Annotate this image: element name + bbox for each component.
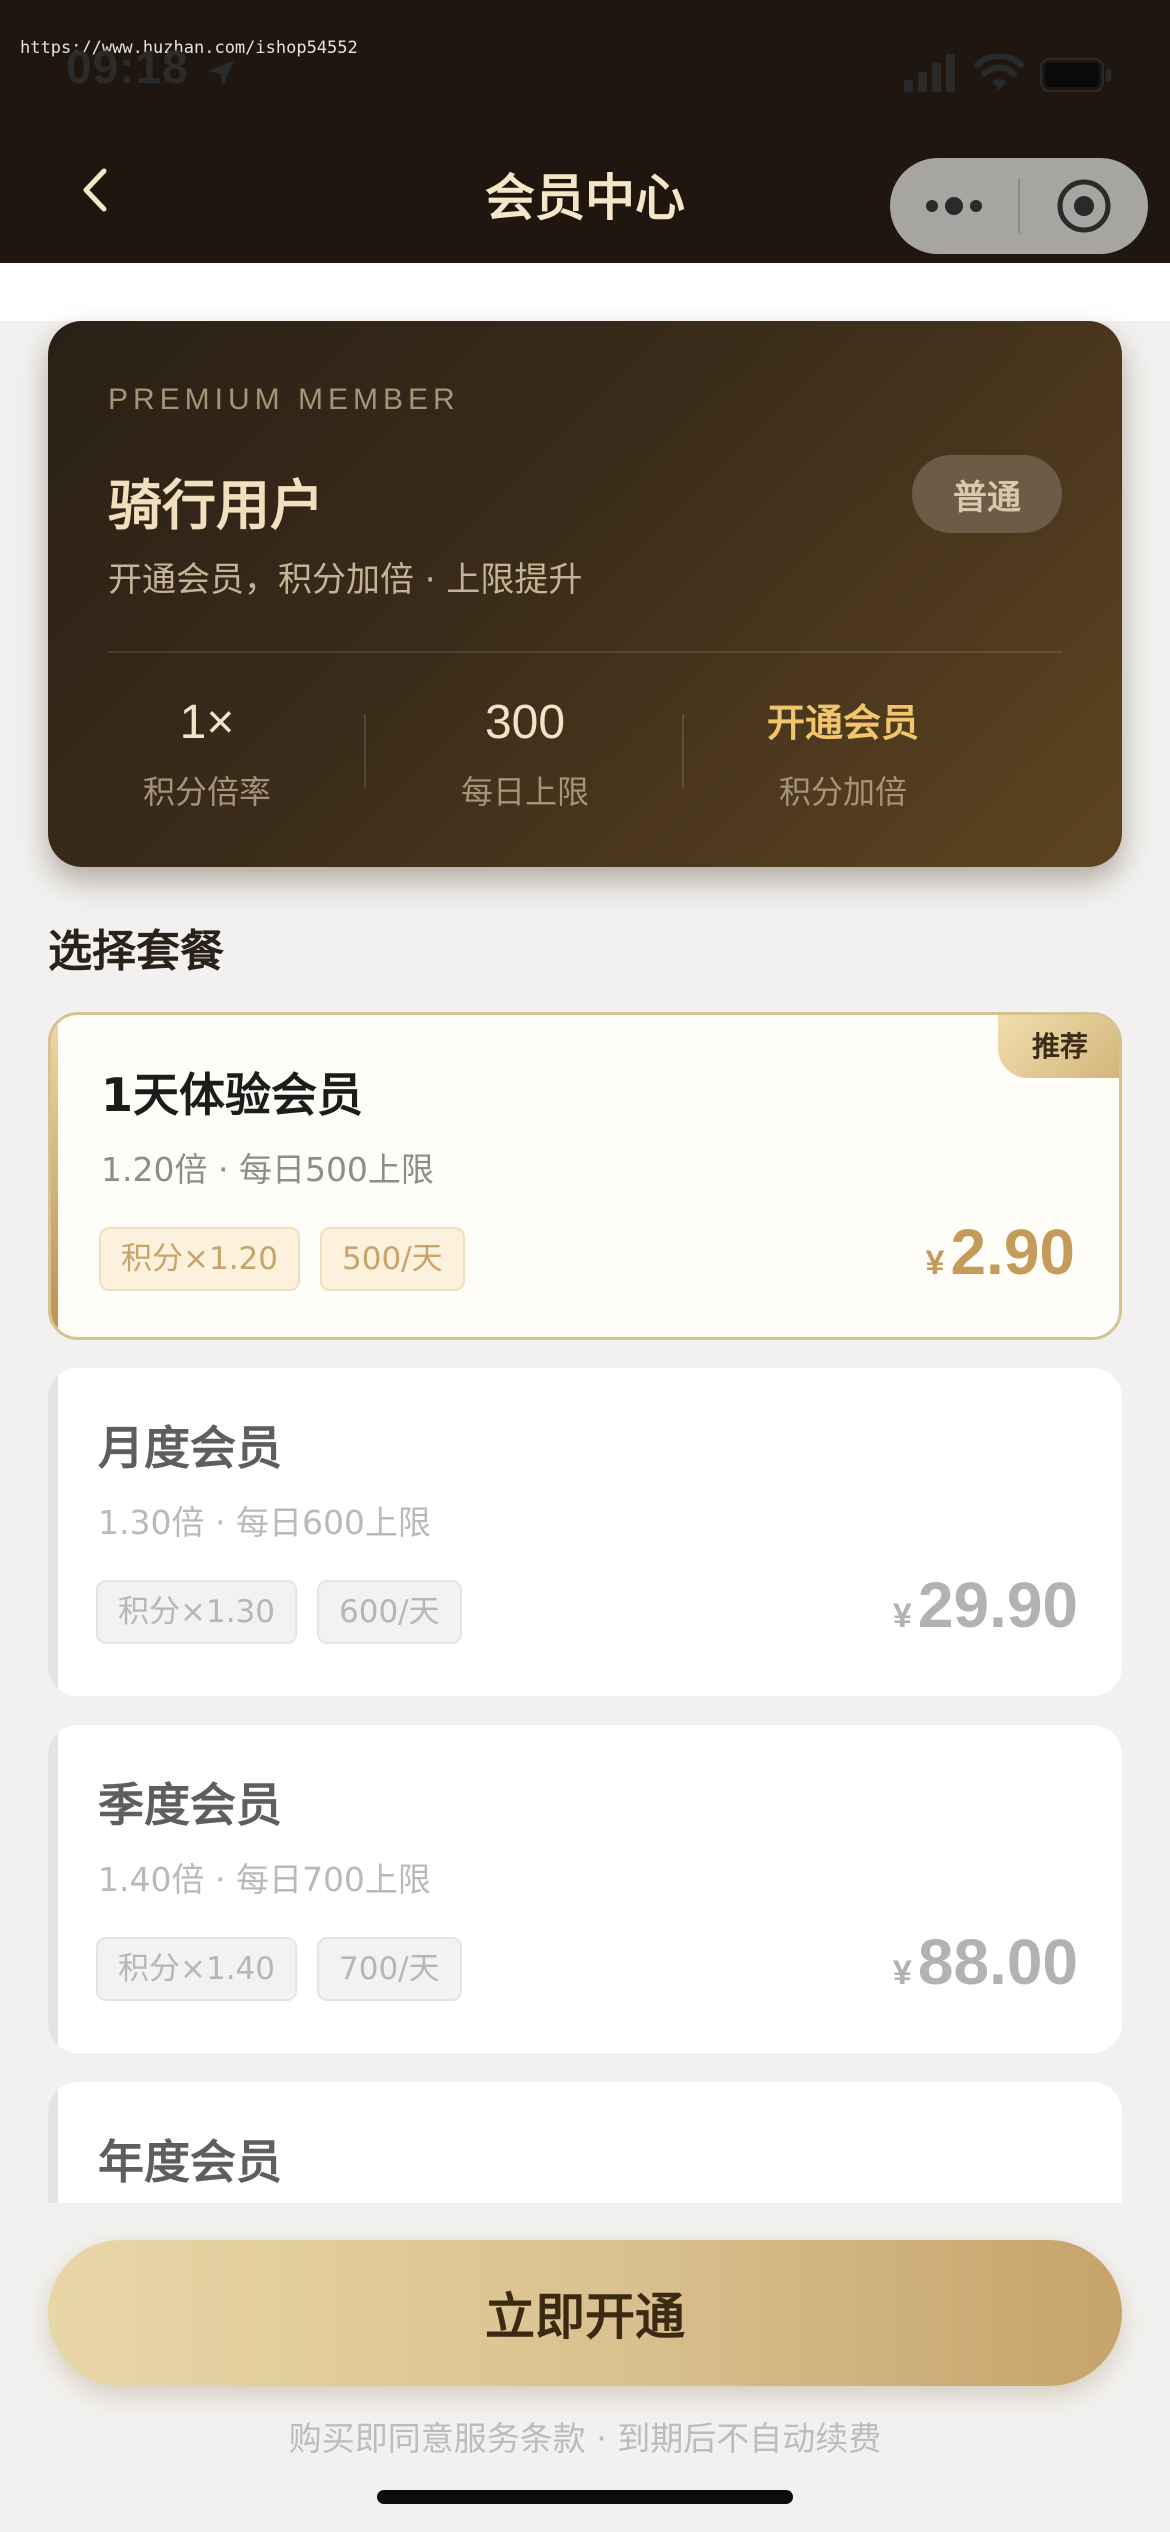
- plan-card-yearly[interactable]: 年度会员: [48, 2082, 1122, 2203]
- plan-tag: 积分×1.30: [96, 1580, 297, 1644]
- signal-icon: [904, 54, 960, 96]
- plan-description: 1.20倍 · 每日500上限: [101, 1150, 434, 1189]
- price-currency: ¥: [892, 1954, 912, 1992]
- close-target-icon: [1057, 179, 1111, 233]
- stat-label: 积分倍率: [142, 773, 271, 811]
- stat-open-membership[interactable]: 开通会员 积分加倍: [684, 691, 1002, 813]
- plan-card-1-day[interactable]: 1天体验会员 1.20倍 · 每日500上限 积分×1.20 500/天 ¥ 2…: [48, 1012, 1122, 1340]
- more-dots-icon: [926, 197, 982, 215]
- plan-description: 1.30倍 · 每日600上限: [98, 1503, 431, 1542]
- plan-name: 年度会员: [98, 2135, 282, 2189]
- card-divider: [108, 651, 1062, 653]
- top-header: https://www.huzhan.com/ishop54552 09:18 …: [0, 0, 1170, 263]
- wifi-icon: [974, 52, 1024, 96]
- plan-tag: 700/天: [317, 1937, 462, 2001]
- price-currency: ¥: [892, 1597, 912, 1635]
- back-chevron-icon: [83, 168, 107, 212]
- plan-tags: 积分×1.20 500/天: [99, 1227, 465, 1291]
- open-membership-button[interactable]: 立即开通: [48, 2240, 1122, 2386]
- plan-tags: 积分×1.40 700/天: [96, 1937, 462, 2001]
- location-arrow-icon: [204, 56, 238, 94]
- plan-tag: 积分×1.20: [99, 1227, 300, 1291]
- page-title: 会员中心: [485, 169, 685, 227]
- status-time: 09:18: [66, 41, 189, 93]
- stat-label: 每日上限: [460, 773, 589, 811]
- header-gap: [0, 263, 1170, 321]
- terms-text[interactable]: 购买即同意服务条款 · 到期后不自动续费: [0, 2412, 1170, 2460]
- plan-tag: 600/天: [317, 1580, 462, 1644]
- plan-tag: 500/天: [320, 1227, 465, 1291]
- plan-name: 1天体验会员: [101, 1068, 364, 1122]
- plan-card-monthly[interactable]: 月度会员 1.30倍 · 每日600上限 积分×1.30 600/天 ¥ 29.…: [48, 1368, 1122, 1696]
- card-title: 骑行用户: [108, 474, 324, 537]
- home-indicator: [377, 2490, 793, 2504]
- price-currency: ¥: [925, 1244, 945, 1282]
- card-subtitle: 开通会员，积分加倍 · 上限提升: [108, 560, 583, 600]
- plan-tags: 积分×1.30 600/天: [96, 1580, 462, 1644]
- plan-price: ¥ 88.00: [893, 1925, 1078, 1999]
- section-title: 选择套餐: [48, 926, 224, 977]
- level-badge: 普通: [912, 455, 1062, 533]
- close-mini-program-button[interactable]: [1020, 158, 1148, 254]
- plan-list[interactable]: 1天体验会员 1.20倍 · 每日500上限 积分×1.20 500/天 ¥ 2…: [0, 1000, 1170, 2203]
- stat-points-rate: 1× 积分倍率: [48, 691, 366, 813]
- price-amount: 88.00: [917, 1926, 1078, 1998]
- stat-label: 积分加倍: [778, 773, 907, 811]
- card-eyebrow: PREMIUM MEMBER: [108, 383, 460, 416]
- mini-program-capsule: [890, 158, 1148, 254]
- stat-daily-limit: 300 每日上限: [366, 691, 684, 813]
- plan-price: ¥ 29.90: [893, 1568, 1078, 1642]
- more-menu-button[interactable]: [890, 158, 1018, 254]
- plan-description: 1.40倍 · 每日700上限: [98, 1860, 431, 1899]
- battery-icon: [1040, 58, 1112, 96]
- member-card: PREMIUM MEMBER 骑行用户 开通会员，积分加倍 · 上限提升 普通 …: [48, 321, 1122, 867]
- plan-price: ¥ 2.90: [926, 1215, 1075, 1289]
- price-amount: 2.90: [950, 1216, 1075, 1288]
- stat-value: 开通会员: [766, 701, 919, 745]
- plan-name: 季度会员: [98, 1778, 282, 1832]
- stat-value: 1×: [179, 696, 235, 749]
- back-button[interactable]: [60, 155, 130, 225]
- stat-value: 300: [484, 696, 566, 749]
- plan-tag: 积分×1.40: [96, 1937, 297, 2001]
- price-amount: 29.90: [917, 1569, 1078, 1641]
- plan-card-quarterly[interactable]: 季度会员 1.40倍 · 每日700上限 积分×1.40 700/天 ¥ 88.…: [48, 1725, 1122, 2053]
- recommend-badge: 推荐: [998, 1015, 1119, 1078]
- plan-name: 月度会员: [98, 1421, 282, 1475]
